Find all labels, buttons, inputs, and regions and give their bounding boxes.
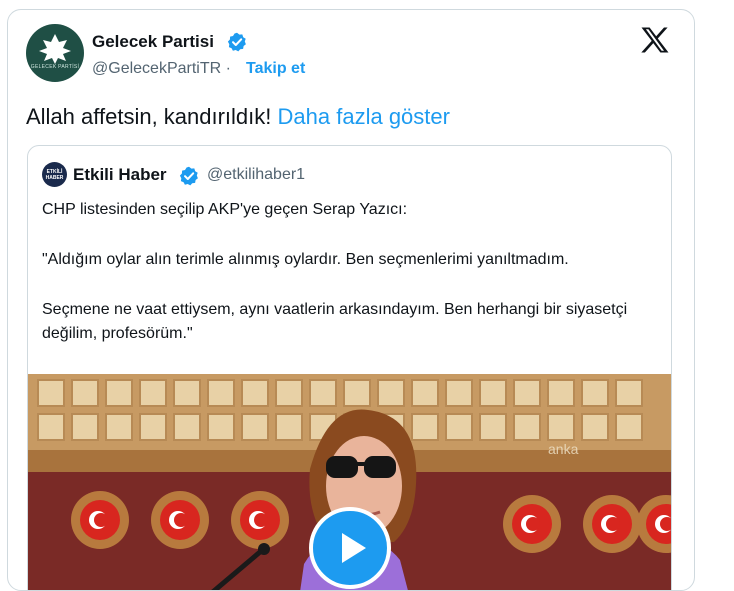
video-watermark: anka [548, 441, 579, 457]
verified-badge-icon [227, 32, 246, 52]
play-button[interactable] [309, 507, 391, 589]
quoted-tweet[interactable]: ETKİLİ HABER Etkili Haber @etkilihaber1 … [27, 145, 672, 590]
tweet-body: Allah affetsin, kandırıldık! Daha fazla … [26, 104, 450, 130]
gelecek-partisi-avatar[interactable]: GELECEK PARTİSİ [26, 24, 84, 82]
etkili-haber-avatar[interactable]: ETKİLİ HABER [42, 162, 67, 187]
follow-button[interactable]: Takip et [246, 60, 305, 78]
quoted-avatar-label: ETKİLİ HABER [45, 169, 64, 181]
tweet-card[interactable]: GELECEK PARTİSİ Gelecek Partisi @Gelecek… [7, 9, 695, 591]
quoted-account-name[interactable]: Etkili Haber [73, 165, 167, 185]
quoted-account-handle: @etkilihaber1 [207, 166, 306, 183]
account-handle: @GelecekPartiTR · [92, 60, 231, 78]
play-icon [342, 533, 366, 563]
handle-separator: · [225, 60, 231, 77]
quoted-text: CHP listesinden seçilip AKP'ye geçen Ser… [42, 198, 662, 372]
quoted-paragraph: CHP listesinden seçilip AKP'ye geçen Ser… [42, 201, 408, 218]
account-name[interactable]: Gelecek Partisi [92, 32, 214, 52]
handle-text[interactable]: @GelecekPartiTR [92, 60, 221, 77]
x-logo-icon[interactable] [641, 27, 669, 53]
quoted-verified-badge-icon [179, 166, 198, 186]
avatar-caption: GELECEK PARTİSİ [30, 64, 80, 70]
video-thumbnail[interactable]: anka [28, 374, 671, 590]
leaf-logo-icon [39, 34, 71, 64]
show-more-link[interactable]: Daha fazla göster [278, 104, 450, 129]
tweet-text: Allah affetsin, kandırıldık! [26, 104, 272, 129]
quoted-paragraph: Seçmene ne vaat ettiysem, aynı vaatlerin… [42, 301, 628, 342]
quoted-paragraph: "Aldığım oylar alın terimle alınmış oyla… [42, 251, 569, 268]
